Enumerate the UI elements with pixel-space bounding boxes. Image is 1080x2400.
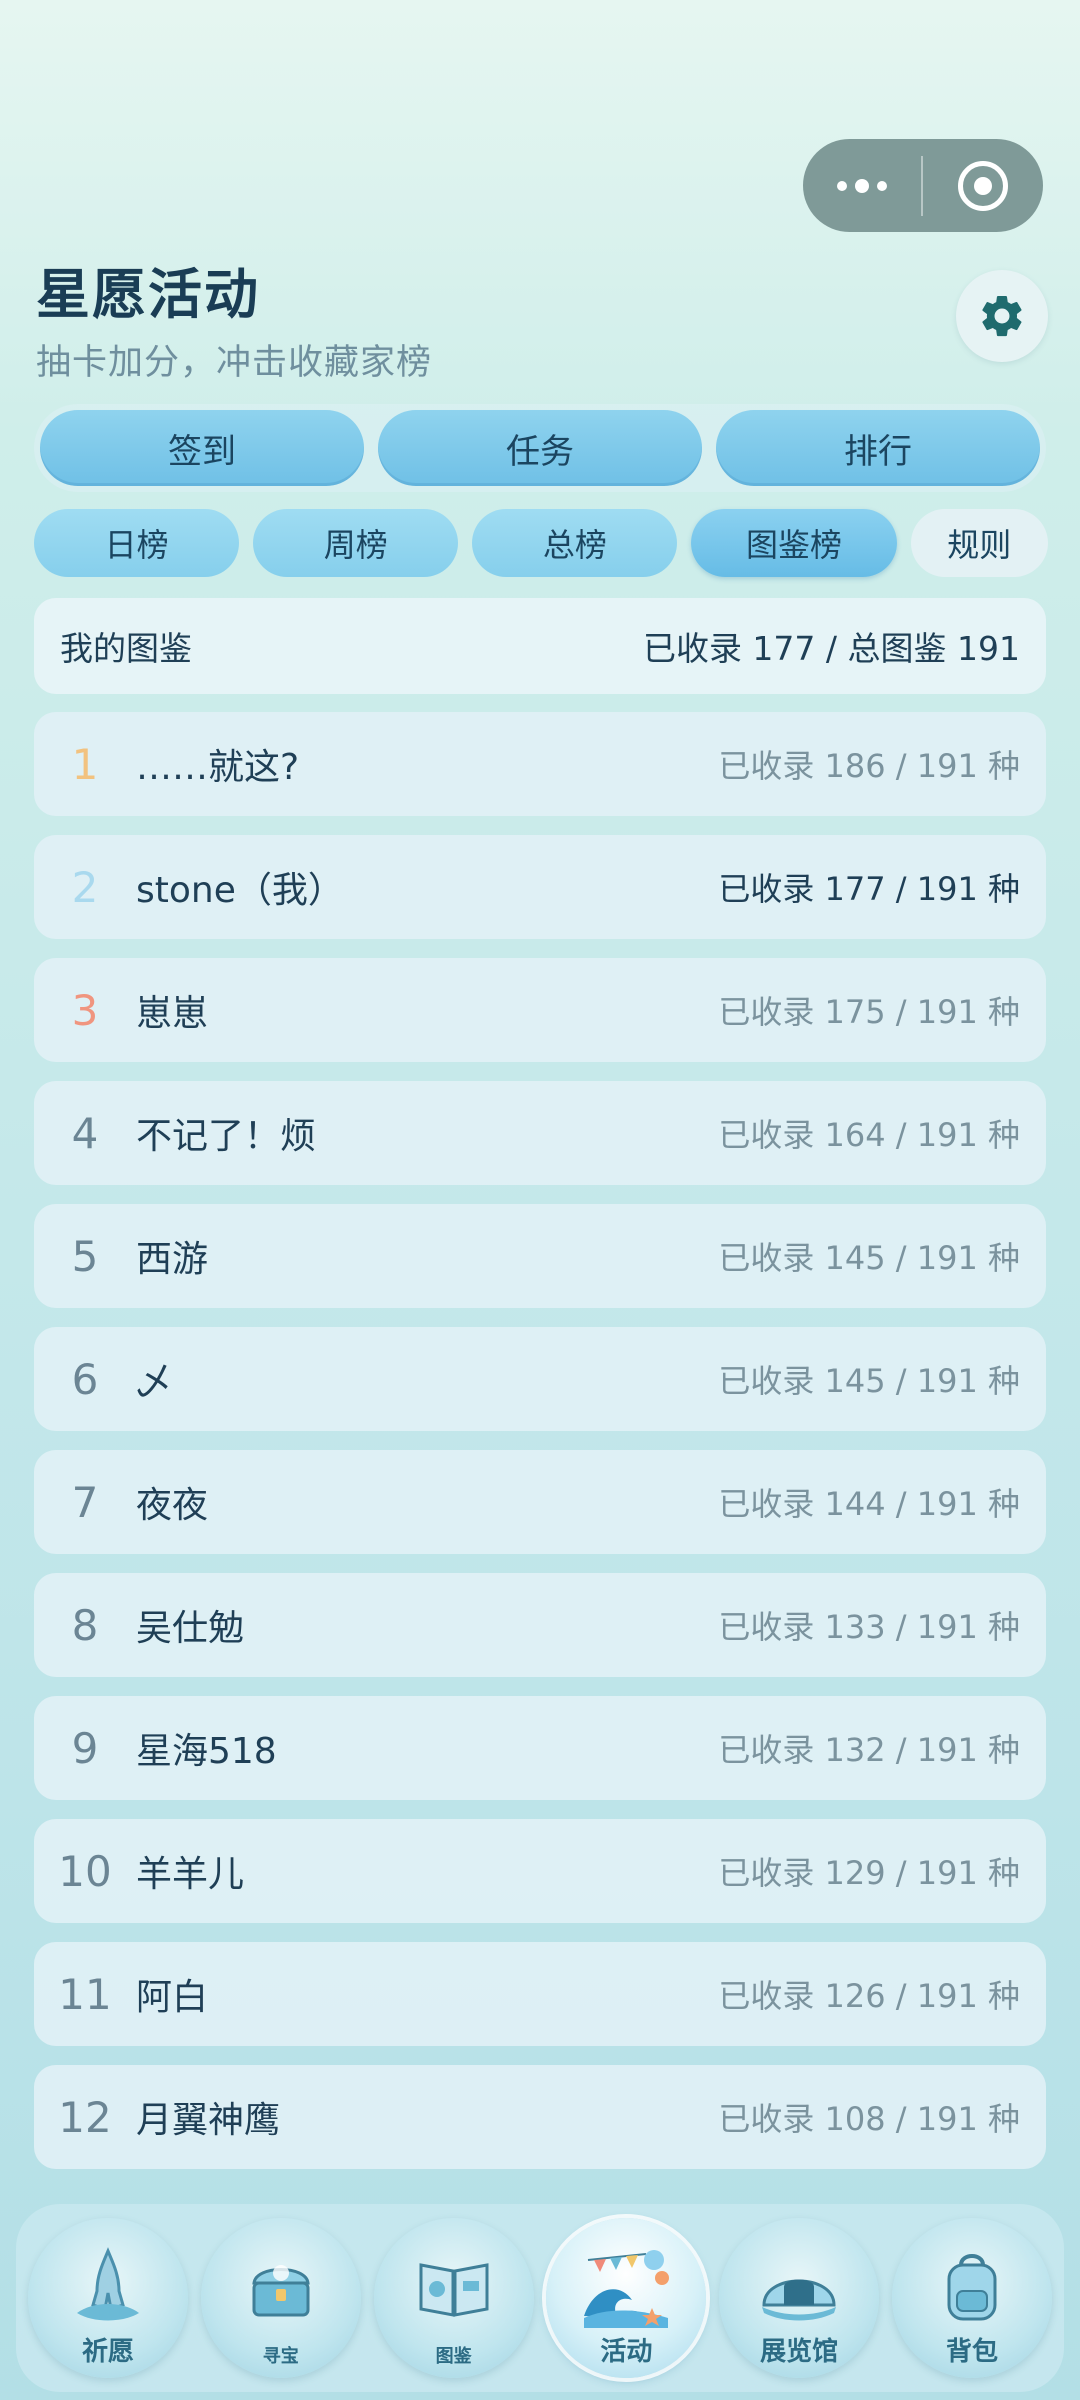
summary-value: 已收录 177 / 总图鉴 191 bbox=[642, 629, 1020, 668]
sub-tabs: 日榜 周榜 总榜 图鉴榜 规则 bbox=[34, 509, 1048, 577]
nav-treasure[interactable]: 寻宝 bbox=[200, 2218, 361, 2378]
wave-balloon-icon bbox=[584, 2250, 670, 2329]
collection-count: 已收录 177 / 191 种 bbox=[718, 870, 1020, 908]
collection-count: 已收录 175 / 191 种 bbox=[718, 993, 1020, 1031]
praying-hands-icon bbox=[77, 2247, 139, 2321]
player-name: 西游 bbox=[136, 1239, 209, 1280]
collection-count: 已收录 164 / 191 种 bbox=[718, 1116, 1020, 1154]
collection-count: 已收录 145 / 191 种 bbox=[718, 1362, 1020, 1400]
more-icon[interactable] bbox=[803, 139, 921, 232]
player-name: 月翼神鹰 bbox=[136, 2100, 281, 2141]
rank-number: 6 bbox=[71, 1354, 99, 1404]
rank-number: 10 bbox=[58, 1846, 112, 1896]
collection-count: 已收录 144 / 191 种 bbox=[718, 1485, 1020, 1523]
leaderboard-row[interactable]: 10 羊羊儿 已收录 129 / 191 种 bbox=[34, 1819, 1046, 1923]
rank-number: 2 bbox=[71, 862, 99, 912]
leaderboard-list: 1 ……就这? 已收录 186 / 191 种 2 stone（我） 已收录 1… bbox=[34, 712, 1046, 2188]
tab-collection[interactable]: 图鉴榜 bbox=[691, 509, 897, 577]
page-title: 星愿活动 bbox=[36, 263, 260, 326]
settings-button[interactable] bbox=[956, 270, 1048, 362]
my-collection-summary: 我的图鉴 已收录 177 / 总图鉴 191 bbox=[34, 598, 1046, 694]
rank-number: 9 bbox=[71, 1723, 99, 1773]
leaderboard-row-me[interactable]: 2 stone（我） 已收录 177 / 191 种 bbox=[34, 835, 1046, 939]
player-name: 崽崽 bbox=[136, 993, 209, 1034]
rank-number: 1 bbox=[71, 739, 99, 789]
player-name: 吴仕勉 bbox=[136, 1608, 245, 1649]
leaderboard-row[interactable]: 7 夜夜 已收录 144 / 191 种 bbox=[34, 1450, 1046, 1554]
main-tabs: 签到 任务 排行 bbox=[34, 404, 1046, 492]
backpack-icon bbox=[947, 2254, 997, 2321]
tab-ranking[interactable]: 排行 bbox=[716, 410, 1040, 486]
rank-number: 4 bbox=[71, 1108, 99, 1158]
shell-icon bbox=[762, 2279, 837, 2321]
tab-rules[interactable]: 规则 bbox=[910, 509, 1048, 577]
leaderboard-row[interactable]: 12 月翼神鹰 已收录 108 / 191 种 bbox=[34, 2065, 1046, 2169]
collection-count: 已收录 132 / 191 种 bbox=[718, 1731, 1020, 1769]
rank-number: 3 bbox=[71, 985, 99, 1035]
page-subtitle: 抽卡加分，冲击收藏家榜 bbox=[36, 343, 433, 383]
leaderboard-row[interactable]: 6 乄 已收录 145 / 191 种 bbox=[34, 1327, 1046, 1431]
leaderboard-row[interactable]: 8 吴仕勉 已收录 133 / 191 种 bbox=[34, 1573, 1046, 1677]
collection-count: 已收录 126 / 191 种 bbox=[718, 1977, 1020, 2015]
bottom-nav: 祈愿 寻宝 图鉴 活动 展览馆 背包 bbox=[16, 2204, 1064, 2392]
gear-icon bbox=[982, 295, 1022, 337]
player-name: 乄 bbox=[136, 1362, 173, 1403]
collection-count: 已收录 129 / 191 种 bbox=[718, 1854, 1020, 1892]
nav-label: 图鉴 bbox=[435, 2346, 472, 2367]
rank-number: 8 bbox=[71, 1600, 99, 1650]
nav-activity[interactable]: 活动 bbox=[546, 2218, 707, 2378]
leaderboard-row[interactable]: 4 不记了！烦 已收录 164 / 191 种 bbox=[34, 1081, 1046, 1185]
rank-number: 11 bbox=[58, 1969, 112, 2019]
player-name: stone（我） bbox=[136, 870, 344, 911]
player-name: ……就这? bbox=[136, 747, 300, 788]
leaderboard-row[interactable]: 1 ……就这? 已收录 186 / 191 种 bbox=[34, 712, 1046, 816]
nav-label: 祈愿 bbox=[81, 2337, 134, 2367]
book-icon bbox=[419, 2263, 489, 2318]
rank-number: 7 bbox=[71, 1477, 99, 1527]
nav-backpack[interactable]: 背包 bbox=[891, 2218, 1052, 2378]
rank-number: 5 bbox=[71, 1231, 99, 1281]
tab-weekly[interactable]: 周榜 bbox=[253, 509, 459, 577]
nav-catalog[interactable]: 图鉴 bbox=[373, 2218, 534, 2378]
nav-wish[interactable]: 祈愿 bbox=[28, 2218, 188, 2378]
mini-program-capsule bbox=[803, 139, 1043, 232]
nav-label: 活动 bbox=[600, 2337, 653, 2367]
rank-number: 12 bbox=[58, 2092, 112, 2142]
close-target-icon[interactable] bbox=[923, 139, 1043, 232]
leaderboard-row[interactable]: 9 星海518 已收录 132 / 191 种 bbox=[34, 1696, 1046, 1800]
tab-tasks[interactable]: 任务 bbox=[378, 410, 702, 486]
collection-count: 已收录 145 / 191 种 bbox=[718, 1239, 1020, 1277]
leaderboard-row[interactable]: 3 崽崽 已收录 175 / 191 种 bbox=[34, 958, 1046, 1062]
player-name: 不记了！烦 bbox=[136, 1116, 317, 1157]
tab-total[interactable]: 总榜 bbox=[472, 509, 678, 577]
collection-count: 已收录 133 / 191 种 bbox=[718, 1608, 1020, 1646]
nav-gallery[interactable]: 展览馆 bbox=[719, 2218, 880, 2378]
player-name: 阿白 bbox=[136, 1977, 209, 2018]
player-name: 羊羊儿 bbox=[136, 1854, 245, 1895]
player-name: 星海518 bbox=[136, 1731, 277, 1772]
leaderboard-row[interactable]: 11 阿白 已收录 126 / 191 种 bbox=[34, 1942, 1046, 2046]
summary-label: 我的图鉴 bbox=[60, 629, 192, 668]
tab-sign-in[interactable]: 签到 bbox=[40, 410, 364, 486]
player-name: 夜夜 bbox=[136, 1485, 209, 1526]
tab-daily[interactable]: 日榜 bbox=[34, 509, 240, 577]
nav-label: 背包 bbox=[945, 2337, 998, 2367]
collection-count: 已收录 186 / 191 种 bbox=[718, 747, 1020, 785]
leaderboard-row[interactable]: 5 西游 已收录 145 / 191 种 bbox=[34, 1204, 1046, 1308]
treasure-chest-icon bbox=[252, 2265, 310, 2317]
collection-count: 已收录 108 / 191 种 bbox=[718, 2100, 1020, 2138]
nav-label: 展览馆 bbox=[760, 2337, 839, 2367]
nav-label: 寻宝 bbox=[262, 2346, 299, 2367]
